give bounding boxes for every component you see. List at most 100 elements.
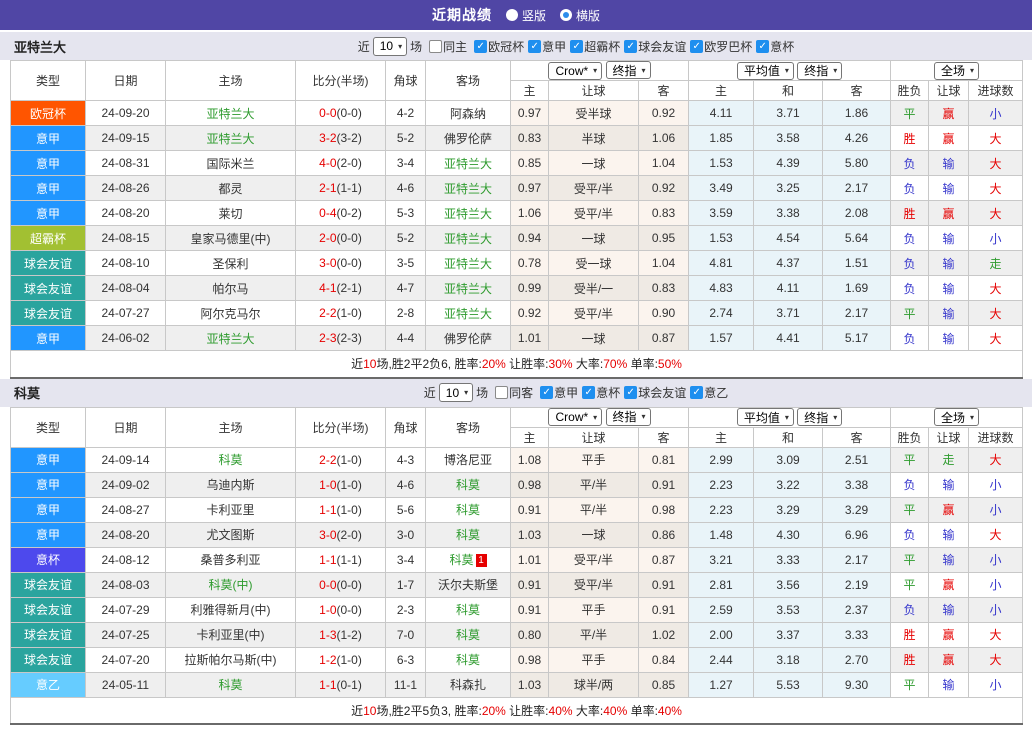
subcol-handicap-home: 主 bbox=[511, 427, 549, 447]
league-filter-checkbox[interactable]: ✓意杯 bbox=[582, 384, 620, 401]
match-row: 意甲24-08-31国际米兰4-0(2-0)3-4亚特兰大0.85一球1.041… bbox=[11, 151, 1023, 176]
filter-suffix-label: 场 bbox=[476, 384, 488, 401]
result-goals: 大 bbox=[969, 522, 1023, 547]
league-filter-checkbox[interactable]: ✓意杯 bbox=[756, 38, 794, 55]
odds-company-select[interactable]: Crow*▾ bbox=[548, 408, 602, 426]
handicap-home-odds: 0.94 bbox=[511, 226, 549, 251]
league-filter-checkbox[interactable]: ✓意甲 bbox=[528, 38, 566, 55]
corner-score: 3-4 bbox=[386, 151, 426, 176]
home-team-name: 尤文图斯 bbox=[206, 528, 254, 542]
handicap-home-odds: 0.99 bbox=[511, 276, 549, 301]
result-outcome: 胜 bbox=[891, 647, 929, 672]
match-count-select[interactable]: 10▾ bbox=[373, 37, 407, 56]
result-handicap: 输 bbox=[929, 176, 969, 201]
same-venue-checkbox[interactable]: 同客 bbox=[495, 384, 533, 401]
summary-row: 近10场,胜2平2负6, 胜率:20% 让胜率:30% 大率:70% 单率:50… bbox=[11, 351, 1023, 378]
filter-bar: 近 10▾ 场 同客 ✓意甲✓意杯✓球会友谊✓意乙 bbox=[304, 383, 728, 402]
layout-horizontal-radio[interactable]: 横版 bbox=[560, 7, 600, 24]
league-filter-checkbox[interactable]: ✓欧罗巴杯 bbox=[690, 38, 752, 55]
avg-draw-odds: 4.30 bbox=[754, 522, 823, 547]
handicap-line: 平/半 bbox=[549, 497, 639, 522]
away-team-cell: 科莫 bbox=[426, 522, 511, 547]
home-team-cell: 国际米兰 bbox=[166, 151, 296, 176]
away-team-name: 沃尔夫斯堡 bbox=[438, 578, 498, 592]
away-team-cell: 阿森纳 bbox=[426, 101, 511, 126]
handicap-away-odds: 0.91 bbox=[639, 472, 689, 497]
result-outcome: 胜 bbox=[891, 201, 929, 226]
handicap-time-select[interactable]: 终指▾ bbox=[606, 61, 651, 79]
handicap-home-odds: 0.98 bbox=[511, 647, 549, 672]
league-filter-group: ✓欧冠杯✓意甲✓超霸杯✓球会友谊✓欧罗巴杯✓意杯 bbox=[470, 38, 794, 55]
avg-away-odds: 5.64 bbox=[823, 226, 891, 251]
average-odds-select[interactable]: 平均值▾ bbox=[737, 62, 794, 80]
league-filter-checkbox[interactable]: ✓球会友谊 bbox=[624, 384, 686, 401]
average-odds-select[interactable]: 平均值▾ bbox=[737, 408, 794, 426]
league-filter-checkbox[interactable]: ✓球会友谊 bbox=[624, 38, 686, 55]
halftime-score: (0-0) bbox=[337, 106, 362, 120]
league-filter-checkbox[interactable]: ✓欧冠杯 bbox=[474, 38, 524, 55]
average-time-select[interactable]: 终指▾ bbox=[797, 62, 842, 80]
avg-draw-odds: 3.53 bbox=[754, 597, 823, 622]
corner-score: 7-0 bbox=[386, 622, 426, 647]
avg-draw-odds: 3.18 bbox=[754, 647, 823, 672]
handicap-home-odds: 0.91 bbox=[511, 497, 549, 522]
result-outcome: 平 bbox=[891, 101, 929, 126]
summary-text: 近 bbox=[351, 704, 363, 718]
odds-company-select[interactable]: Crow*▾ bbox=[548, 62, 602, 80]
summary-text: 单率: bbox=[627, 704, 658, 718]
fulltime-scope-select[interactable]: 全场▾ bbox=[934, 62, 979, 80]
subcol-result-handicap: 让球 bbox=[929, 427, 969, 447]
match-row: 超霸杯24-08-15皇家马德里(中)2-0(0-0)5-2亚特兰大0.94一球… bbox=[11, 226, 1023, 251]
halftime-score: (1-0) bbox=[337, 653, 362, 667]
col-header-corner: 角球 bbox=[386, 61, 426, 101]
match-count-select[interactable]: 10▾ bbox=[439, 383, 473, 402]
halftime-score: (1-1) bbox=[337, 181, 362, 195]
fulltime-scope-select[interactable]: 全场▾ bbox=[934, 408, 979, 426]
chevron-down-icon: ▾ bbox=[785, 66, 789, 75]
home-team-cell: 桑普多利亚 bbox=[166, 547, 296, 572]
corner-score: 4-3 bbox=[386, 447, 426, 472]
layout-vertical-radio[interactable]: 竖版 bbox=[506, 7, 546, 24]
match-score-cell: 0-0(0-0) bbox=[296, 101, 386, 126]
handicap-away-odds: 0.91 bbox=[639, 597, 689, 622]
fulltime-score: 0-0 bbox=[319, 578, 336, 592]
match-score-cell: 3-2(3-2) bbox=[296, 126, 386, 151]
corner-score: 4-7 bbox=[386, 276, 426, 301]
result-goals: 小 bbox=[969, 597, 1023, 622]
away-team-cell: 佛罗伦萨 bbox=[426, 326, 511, 351]
league-filter-checkbox[interactable]: ✓超霸杯 bbox=[570, 38, 620, 55]
match-date: 24-08-27 bbox=[86, 497, 166, 522]
corner-score: 4-6 bbox=[386, 176, 426, 201]
summary-text: 70% bbox=[603, 357, 627, 371]
avg-away-odds: 2.17 bbox=[823, 176, 891, 201]
summary-text: 大率: bbox=[573, 357, 604, 371]
away-team-cell: 亚特兰大 bbox=[426, 276, 511, 301]
avg-away-odds: 1.51 bbox=[823, 251, 891, 276]
handicap-time-select[interactable]: 终指▾ bbox=[606, 408, 651, 426]
avg-away-odds: 2.37 bbox=[823, 597, 891, 622]
average-time-select[interactable]: 终指▾ bbox=[797, 408, 842, 426]
same-venue-checkbox[interactable]: 同主 bbox=[429, 38, 467, 55]
summary-text: 近 bbox=[351, 357, 363, 371]
match-score-cell: 3-0(0-0) bbox=[296, 251, 386, 276]
away-team-name: 亚特兰大 bbox=[444, 232, 492, 246]
home-team-cell: 拉斯帕尔马斯(中) bbox=[166, 647, 296, 672]
home-team-name: 皇家马德里(中) bbox=[191, 232, 271, 246]
avg-away-odds: 2.51 bbox=[823, 447, 891, 472]
match-row: 球会友谊24-07-25卡利亚里(中)1-3(1-2)7-0科莫0.80平/半1… bbox=[11, 622, 1023, 647]
result-handicap: 输 bbox=[929, 326, 969, 351]
result-goals: 大 bbox=[969, 276, 1023, 301]
league-filter-checkbox[interactable]: ✓意甲 bbox=[540, 384, 578, 401]
match-score-cell: 2-2(1-0) bbox=[296, 447, 386, 472]
corner-score: 4-6 bbox=[386, 472, 426, 497]
handicap-home-odds: 0.78 bbox=[511, 251, 549, 276]
handicap-away-odds: 0.83 bbox=[639, 276, 689, 301]
away-team-name: 科莫 bbox=[456, 653, 480, 667]
avg-draw-odds: 4.37 bbox=[754, 251, 823, 276]
col-header-away: 客场 bbox=[426, 407, 511, 447]
league-filter-checkbox[interactable]: ✓意乙 bbox=[690, 384, 728, 401]
match-date: 24-05-11 bbox=[86, 672, 166, 697]
league-type-cell: 意甲 bbox=[11, 472, 86, 497]
col-header-date: 日期 bbox=[86, 61, 166, 101]
chevron-down-icon: ▾ bbox=[593, 413, 597, 422]
